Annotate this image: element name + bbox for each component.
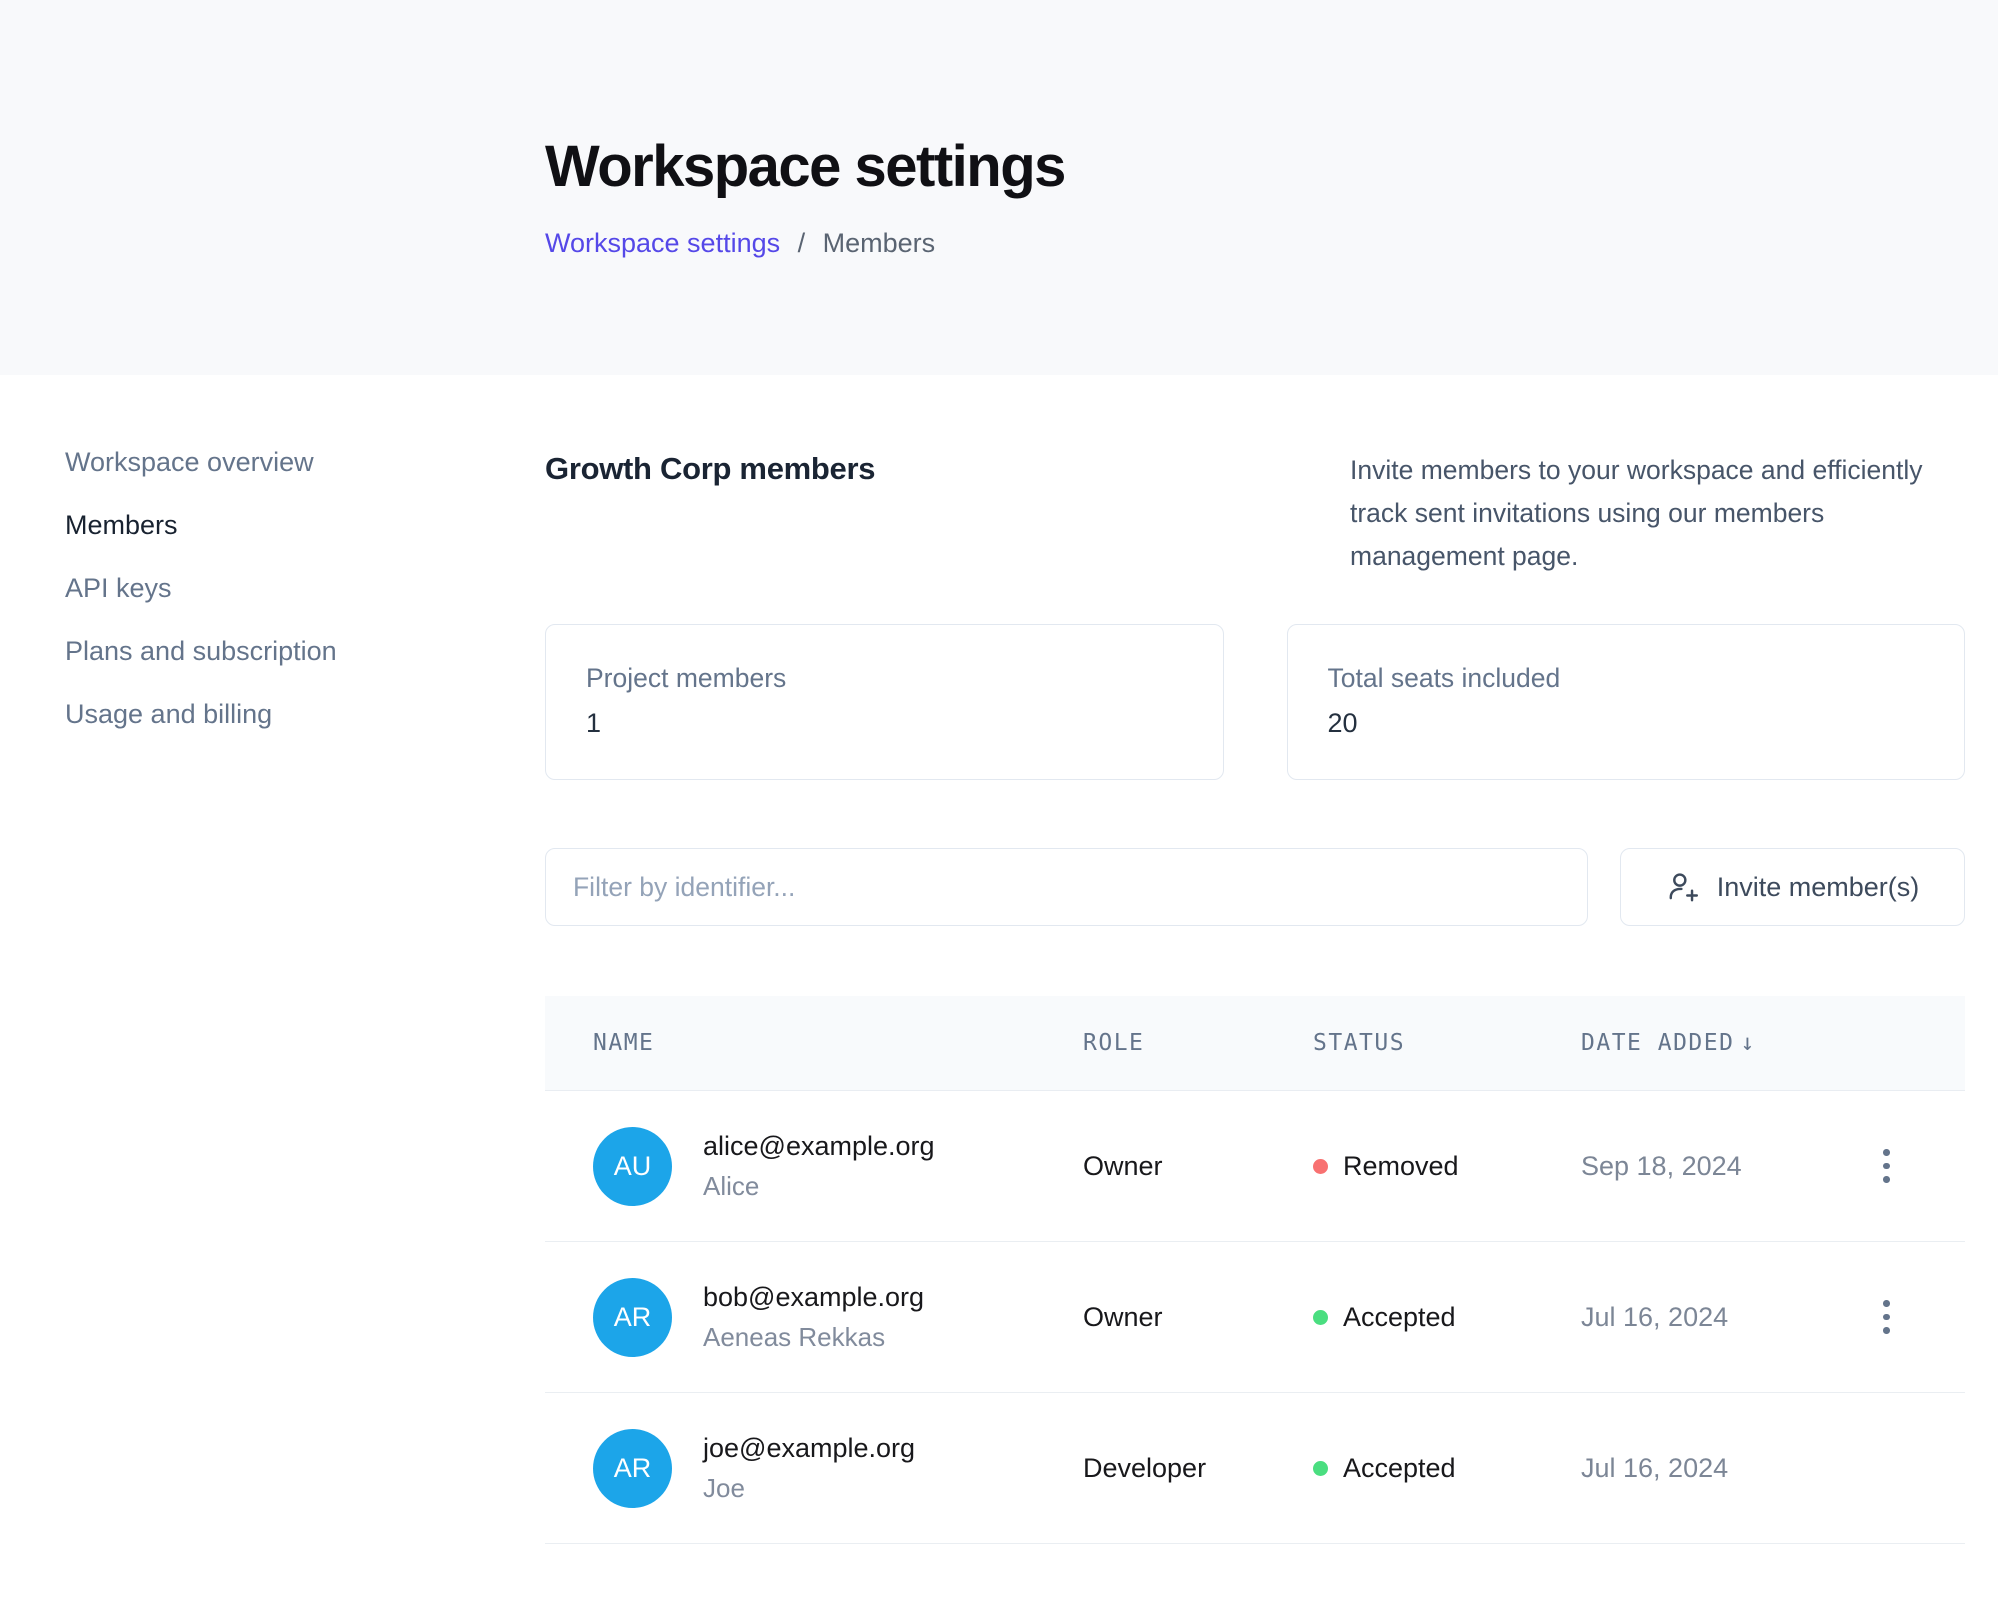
sidebar-item-plans-and-subscription[interactable]: Plans and subscription	[65, 638, 337, 665]
status-dot	[1313, 1310, 1328, 1325]
status-label: Accepted	[1343, 1453, 1456, 1484]
member-status: Accepted	[1313, 1453, 1581, 1484]
stat-value: 1	[586, 708, 1183, 739]
hero-header: Workspace settings Workspace settings / …	[0, 0, 1998, 375]
member-date-added: Sep 18, 2024	[1581, 1151, 1875, 1182]
status-dot	[1313, 1159, 1328, 1174]
table-row: AR joe@example.org Joe Developer Accepte…	[545, 1393, 1965, 1544]
avatar: AU	[593, 1127, 672, 1206]
column-header-status[interactable]: STATUS	[1313, 1030, 1581, 1056]
sidebar-item-workspace-overview[interactable]: Workspace overview	[65, 449, 314, 476]
avatar: AR	[593, 1429, 672, 1508]
section-description: Invite members to your workspace and eff…	[1350, 449, 1965, 578]
sidebar-item-usage-and-billing[interactable]: Usage and billing	[65, 701, 272, 728]
page-title: Workspace settings	[545, 133, 1965, 200]
sidebar-item-members[interactable]: Members	[65, 512, 178, 539]
breadcrumb-separator: /	[798, 228, 806, 258]
breadcrumb-current: Members	[823, 228, 936, 258]
member-name: Alice	[703, 1171, 935, 1202]
invite-members-label: Invite member(s)	[1717, 872, 1920, 903]
column-header-role[interactable]: ROLE	[1083, 1030, 1313, 1056]
member-email: alice@example.org	[703, 1131, 935, 1162]
members-table: NAME ROLE STATUS DATE ADDED↓ AU alice@ex…	[545, 996, 1965, 1544]
breadcrumb: Workspace settings / Members	[545, 228, 1965, 259]
member-status: Accepted	[1313, 1302, 1581, 1333]
filter-input[interactable]	[545, 848, 1588, 926]
member-email: joe@example.org	[703, 1433, 915, 1464]
stat-card-project-members: Project members 1	[545, 624, 1224, 780]
members-panel: Growth Corp members Invite members to yo…	[545, 375, 1998, 1544]
member-date-added: Jul 16, 2024	[1581, 1302, 1875, 1333]
kebab-menu-icon[interactable]	[1875, 1141, 1898, 1191]
user-plus-icon	[1666, 870, 1700, 904]
member-name: Aeneas Rekkas	[703, 1322, 924, 1353]
member-email: bob@example.org	[703, 1282, 924, 1313]
stat-label: Project members	[586, 663, 1183, 694]
column-header-date-added[interactable]: DATE ADDED↓	[1581, 1030, 1875, 1056]
kebab-menu-icon[interactable]	[1875, 1292, 1898, 1342]
section-heading: Growth Corp members	[545, 449, 875, 487]
member-role: Owner	[1083, 1302, 1313, 1333]
stat-card-total-seats: Total seats included 20	[1287, 624, 1966, 780]
table-header-row: NAME ROLE STATUS DATE ADDED↓	[545, 996, 1965, 1091]
status-label: Accepted	[1343, 1302, 1456, 1333]
invite-members-button[interactable]: Invite member(s)	[1620, 848, 1965, 926]
settings-sidebar: Workspace overview Members API keys Plan…	[0, 375, 545, 1544]
sidebar-item-api-keys[interactable]: API keys	[65, 575, 172, 602]
sort-arrow-down-icon: ↓	[1740, 1030, 1754, 1056]
member-role: Developer	[1083, 1453, 1313, 1484]
column-header-name[interactable]: NAME	[593, 1030, 1083, 1056]
avatar: AR	[593, 1278, 672, 1357]
table-row: AR bob@example.org Aeneas Rekkas Owner A…	[545, 1242, 1965, 1393]
member-role: Owner	[1083, 1151, 1313, 1182]
stat-label: Total seats included	[1328, 663, 1925, 694]
member-date-added: Jul 16, 2024	[1581, 1453, 1875, 1484]
breadcrumb-link-workspace-settings[interactable]: Workspace settings	[545, 228, 780, 258]
stat-value: 20	[1328, 708, 1925, 739]
status-label: Removed	[1343, 1151, 1459, 1182]
member-name: Joe	[703, 1473, 915, 1504]
member-status: Removed	[1313, 1151, 1581, 1182]
table-row: AU alice@example.org Alice Owner Removed…	[545, 1091, 1965, 1242]
status-dot	[1313, 1461, 1328, 1476]
